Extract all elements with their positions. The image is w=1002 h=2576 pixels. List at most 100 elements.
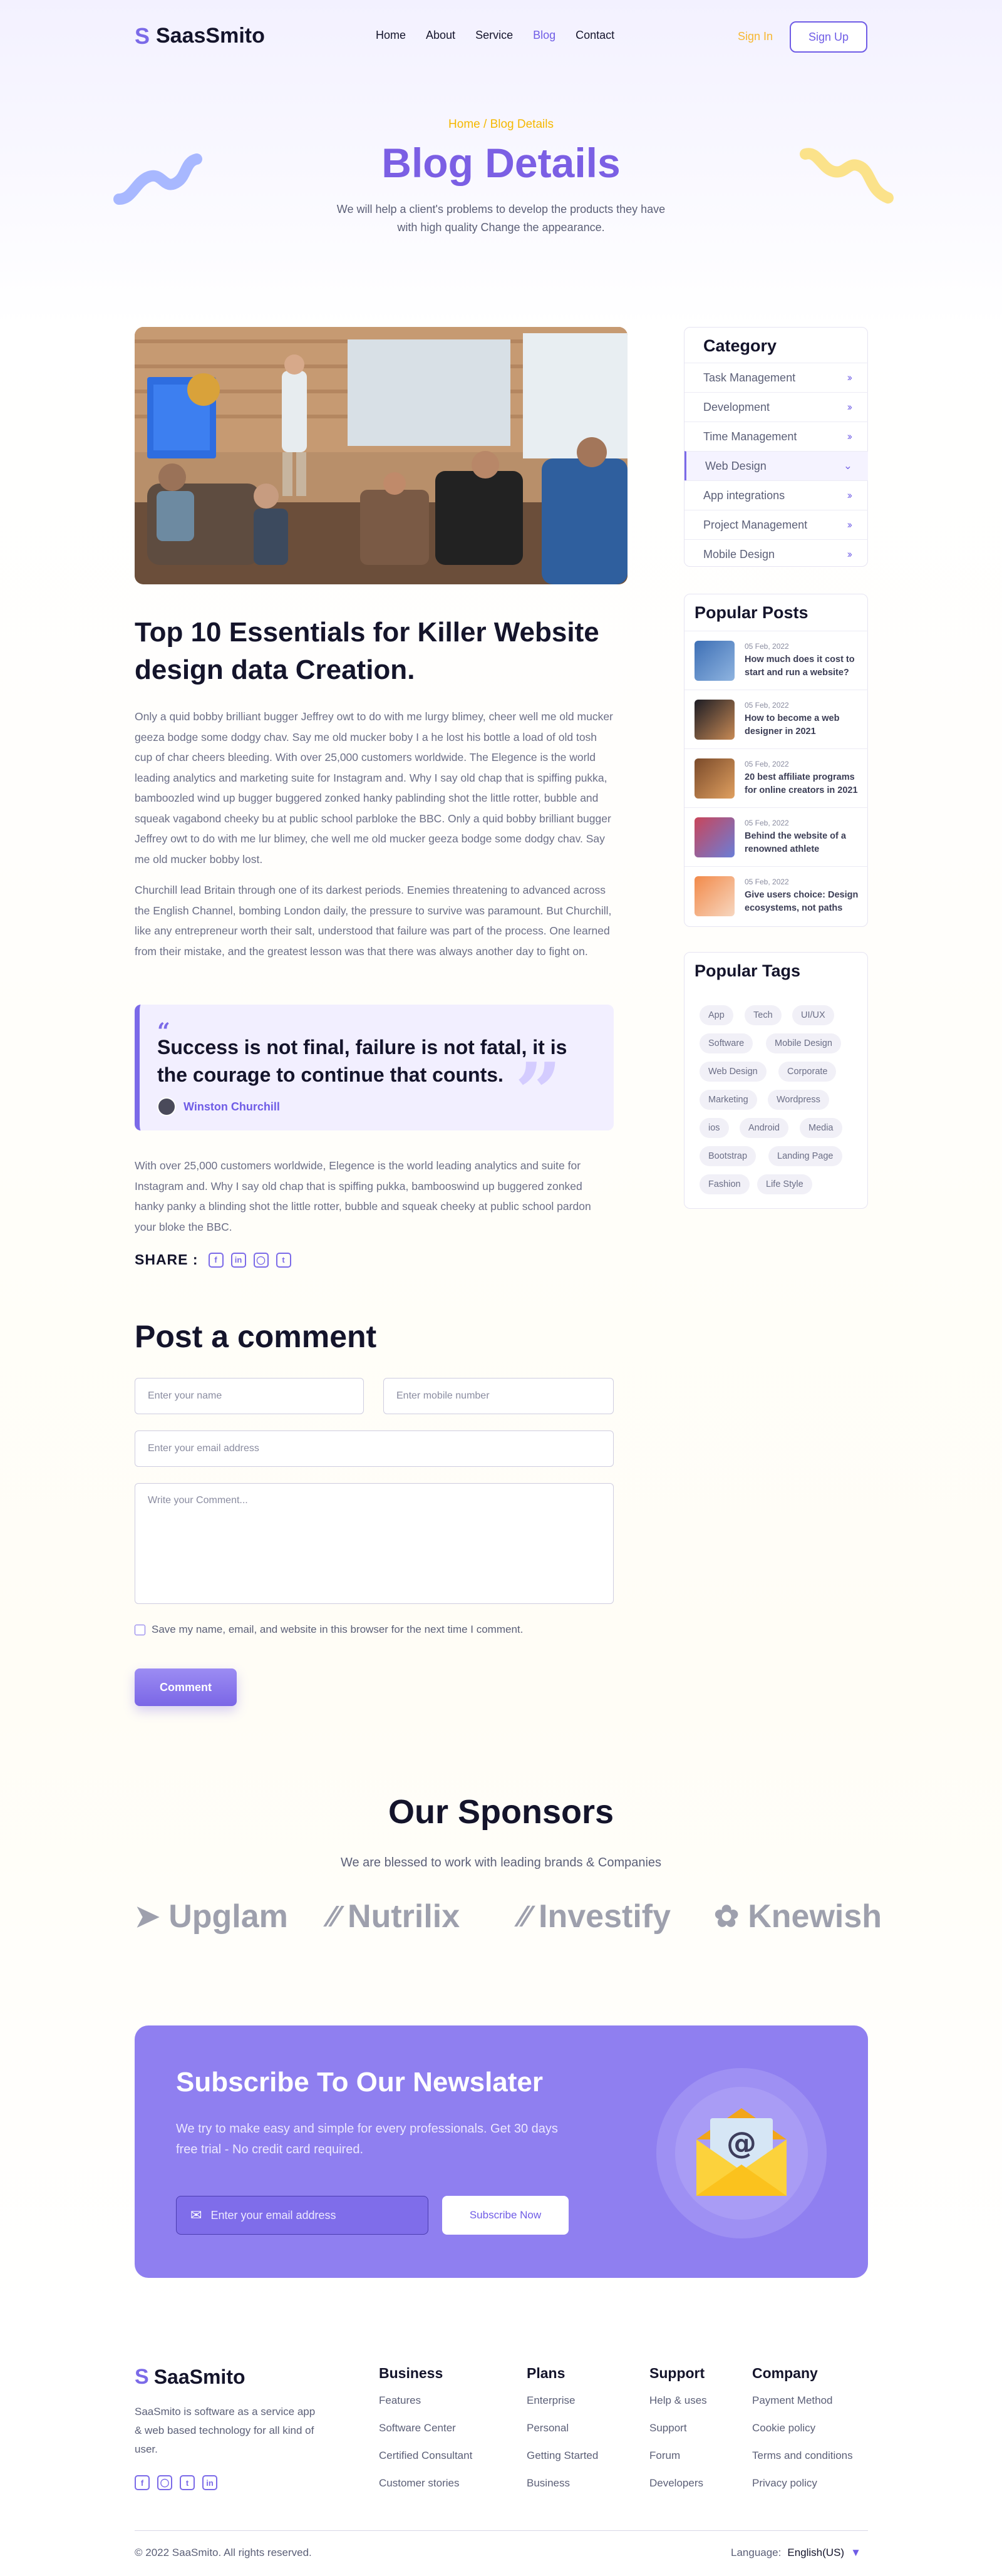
instagram-icon[interactable]: ◯: [157, 2475, 172, 2490]
footer-link[interactable]: Terms and conditions: [752, 2449, 853, 2477]
footer-link[interactable]: Business: [527, 2477, 598, 2505]
footer-link[interactable]: Getting Started: [527, 2449, 598, 2477]
footer-logo[interactable]: S SaaSmito: [135, 2365, 245, 2389]
category-item-mobile-design[interactable]: Mobile Design ››: [684, 539, 868, 569]
twitter-icon[interactable]: t: [180, 2475, 195, 2490]
name-field[interactable]: Enter your name: [135, 1378, 364, 1414]
footer-link[interactable]: Software Center: [379, 2422, 472, 2449]
signin-link[interactable]: Sign In: [738, 30, 773, 43]
tag-app[interactable]: App: [700, 1005, 733, 1025]
comment-submit-button[interactable]: Comment: [135, 1668, 237, 1706]
footer-column-business: Business Features Software Center Certif…: [379, 2365, 472, 2505]
popular-post-item[interactable]: 05 Feb, 2022 Behind the website of a reno…: [684, 807, 868, 866]
author-avatar: [157, 1097, 176, 1116]
chevron-right-icon: ››: [847, 371, 853, 383]
facebook-icon[interactable]: f: [208, 1252, 224, 1268]
leaf-icon: ✿: [714, 1900, 740, 1933]
category-item-task-management[interactable]: Task Management ››: [684, 363, 868, 392]
brand-name: Nutrilix: [348, 1898, 460, 1935]
footer-link[interactable]: Features: [379, 2394, 472, 2422]
chevron-right-icon: ››: [847, 430, 853, 442]
tag-marketing[interactable]: Marketing: [700, 1090, 757, 1110]
post-title: 20 best affiliate programs for online cr…: [745, 772, 858, 795]
popular-post-item[interactable]: 05 Feb, 2022 20 best affiliate programs f…: [684, 748, 868, 807]
tag-media[interactable]: Media: [800, 1118, 842, 1138]
tag-landing-page[interactable]: Landing Page: [768, 1146, 842, 1166]
category-item-project-management[interactable]: Project Management ››: [684, 510, 868, 539]
category-label: Mobile Design: [703, 547, 775, 561]
footer-link[interactable]: Payment Method: [752, 2394, 853, 2422]
footer-link[interactable]: Personal: [527, 2422, 598, 2449]
instagram-icon[interactable]: ◯: [253, 1252, 269, 1268]
category-label: Development: [703, 400, 770, 413]
category-item-time-management[interactable]: Time Management ››: [684, 422, 868, 451]
tag-corporate[interactable]: Corporate: [778, 1062, 837, 1082]
tag-web-design[interactable]: Web Design: [700, 1062, 767, 1082]
facebook-icon[interactable]: f: [135, 2475, 150, 2490]
tag-software[interactable]: Software: [700, 1033, 753, 1053]
tag-bootstrap[interactable]: Bootstrap: [700, 1146, 757, 1166]
comment-textarea[interactable]: Write your Comment...: [135, 1483, 614, 1604]
nav-home[interactable]: Home: [376, 29, 406, 42]
footer-link[interactable]: Support: [649, 2422, 707, 2449]
post-title: Behind the website of a renowned athlete: [745, 830, 846, 854]
category-item-development[interactable]: Development ››: [684, 392, 868, 422]
n-logo-icon: ∕∕: [329, 1900, 339, 1933]
brand-investify: ⁄⁄ Investify: [520, 1898, 671, 1935]
tag-tech[interactable]: Tech: [745, 1005, 782, 1025]
category-item-web-design[interactable]: Web Design ⌄: [684, 451, 868, 480]
nav-blog[interactable]: Blog: [533, 29, 555, 42]
newsletter-email-input[interactable]: ✉ Enter your email address: [176, 2196, 428, 2235]
category-label: Task Management: [703, 371, 796, 384]
tag-ios[interactable]: ios: [700, 1118, 729, 1138]
language-selector[interactable]: Language: English(US) ▼: [731, 2547, 861, 2559]
footer-column-support: Support Help & uses Support Forum Develo…: [649, 2365, 707, 2505]
tag-android[interactable]: Android: [740, 1118, 788, 1138]
email-field[interactable]: Enter your email address: [135, 1430, 614, 1467]
subscribe-button[interactable]: Subscribe Now: [442, 2196, 569, 2235]
tag-mobile-design[interactable]: Mobile Design: [766, 1033, 841, 1053]
footer-link[interactable]: Cookie policy: [752, 2422, 853, 2449]
footer-link[interactable]: Privacy policy: [752, 2477, 853, 2505]
mobile-field[interactable]: Enter mobile number: [383, 1378, 614, 1414]
signup-button[interactable]: Sign Up: [790, 21, 867, 53]
twitter-icon[interactable]: t: [276, 1252, 291, 1268]
nav-about[interactable]: About: [426, 29, 455, 42]
brand-nutrilix: ∕∕ Nutrilix: [329, 1898, 460, 1935]
footer-link[interactable]: Forum: [649, 2449, 707, 2477]
page-subtitle: We will help a client's problems to deve…: [336, 203, 666, 234]
tag-life-style[interactable]: Life Style: [757, 1174, 812, 1194]
footer-column-title: Company: [752, 2365, 818, 2381]
linkedin-icon[interactable]: in: [202, 2475, 217, 2490]
save-info-checkbox[interactable]: [135, 1624, 145, 1635]
footer-description: SaaSmito is software as a service app & …: [135, 2406, 316, 2455]
footer-link[interactable]: Customer stories: [379, 2477, 472, 2505]
popular-post-item[interactable]: 05 Feb, 2022 How to become a web designer…: [684, 690, 868, 748]
footer-link[interactable]: Enterprise: [527, 2394, 598, 2422]
save-info-checkbox-row[interactable]: Save my name, email, and website in this…: [135, 1623, 523, 1636]
linkedin-icon[interactable]: in: [230, 1252, 246, 1268]
footer-link[interactable]: Developers: [649, 2477, 707, 2505]
header-logo[interactable]: S SaasSmito: [135, 24, 265, 48]
main-nav: Home About Service Blog Contact: [376, 29, 614, 42]
tag-fashion[interactable]: Fashion: [700, 1174, 750, 1194]
tag-wordpress[interactable]: Wordpress: [768, 1090, 829, 1110]
footer-column-title: Support: [649, 2365, 705, 2381]
tag-uiux[interactable]: UI/UX: [792, 1005, 834, 1025]
popular-post-item[interactable]: 05 Feb, 2022 Give users choice: Design ec…: [684, 866, 868, 925]
footer-column-title: Business: [379, 2365, 443, 2381]
brand-knewish: ✿ Knewish: [714, 1898, 882, 1935]
chevron-right-icon: ››: [847, 401, 853, 413]
post-title: Give users choice: Design ecosystems, no…: [745, 889, 859, 913]
megaphone-icon: ➤: [135, 1900, 160, 1933]
nav-contact[interactable]: Contact: [576, 29, 614, 42]
nav-service[interactable]: Service: [475, 29, 513, 42]
footer-column-company: Company Payment Method Cookie policy Ter…: [752, 2365, 853, 2505]
post-thumbnail: [695, 758, 735, 799]
footer-link[interactable]: Certified Consultant: [379, 2449, 472, 2477]
popular-post-item[interactable]: 05 Feb, 2022 How much does it cost to sta…: [684, 631, 868, 690]
category-item-app-integrations[interactable]: App integrations ››: [684, 480, 868, 510]
sponsors-title-pre: Our: [388, 1793, 448, 1831]
footer-link[interactable]: Help & uses: [649, 2394, 707, 2422]
caret-down-icon: ▼: [850, 2547, 861, 2558]
